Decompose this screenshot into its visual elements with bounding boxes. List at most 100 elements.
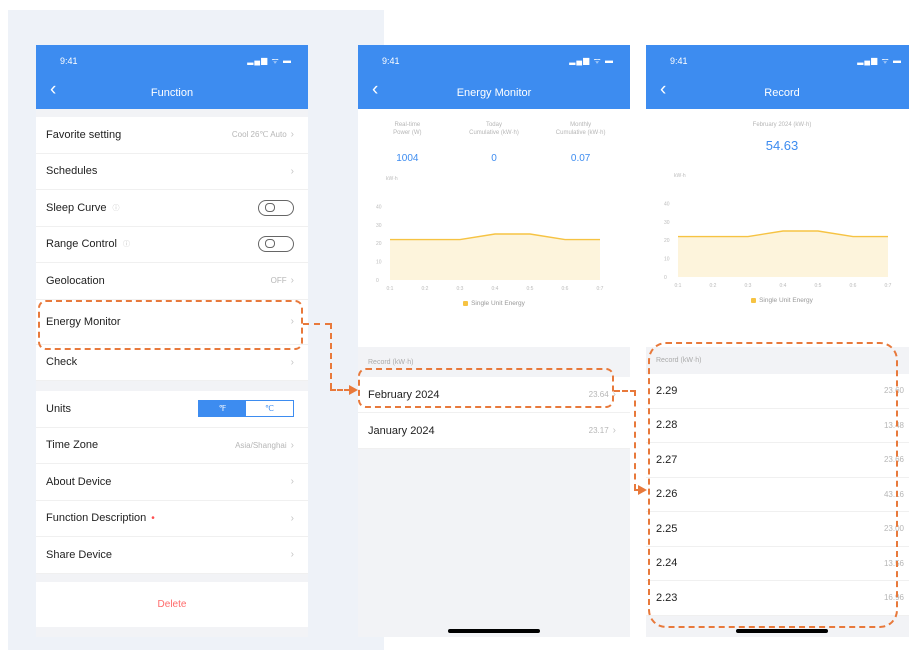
sleep-curve-toggle[interactable]: [258, 199, 294, 216]
series-area: [678, 231, 888, 277]
x-tick-label: 0:2: [710, 283, 717, 289]
toggle-knob: [265, 239, 275, 249]
chevron-right-icon: ›: [290, 275, 294, 287]
connector-line: [330, 389, 350, 391]
row-label: Range Control: [46, 238, 117, 251]
x-tick-label: 0:7: [885, 283, 892, 289]
connector-line: [303, 323, 331, 325]
status-time: 9:41: [60, 55, 78, 66]
chart-legend: Single Unit Energy: [646, 297, 909, 304]
red-dot-badge: •: [151, 512, 155, 524]
energy-monitor-highlight: [38, 300, 303, 350]
month-total: 54.63: [765, 138, 799, 153]
energy-card: Real-time Power (W) 1004 Today Cumulativ…: [358, 109, 630, 347]
daily-records-highlight: [648, 342, 898, 628]
row-value: OFF: [270, 276, 287, 286]
row-label: Sleep Curve: [46, 201, 107, 214]
home-indicator: [736, 629, 828, 633]
row-label: Share Device: [46, 548, 113, 561]
y-tick-label: 40: [376, 204, 382, 210]
about-device-row[interactable]: About Device ›: [36, 464, 308, 501]
y-axis-unit: kW·h: [674, 173, 686, 179]
row-label: Check: [46, 356, 78, 369]
x-tick-label: 0:2: [422, 286, 429, 292]
info-icon[interactable]: ⓘ: [123, 239, 130, 249]
chevron-right-icon: ›: [290, 512, 294, 524]
device-group: Units ℉ ℃ Time Zone Asia/Shanghai › About…: [36, 391, 308, 574]
share-device-row[interactable]: Share Device ›: [36, 537, 308, 574]
delete-button[interactable]: Delete: [36, 581, 308, 627]
nav-bar: ‹ Function: [36, 76, 308, 109]
y-tick-label: 40: [664, 201, 670, 207]
row-label: Favorite setting: [46, 128, 122, 141]
row-label: Function Description: [46, 512, 147, 525]
connector-line: [330, 323, 332, 389]
metric-label: Real-time: [394, 122, 421, 128]
x-tick-label: 0:6: [850, 283, 857, 289]
page-title: Function: [150, 86, 194, 99]
record-value: 23.17: [588, 426, 609, 435]
arrow-right-icon: [349, 385, 358, 395]
energy-monitor-screen: 9:41 ▂▄▆ ᯤ ▬ ‹ Energy Monitor Real-time …: [358, 45, 630, 637]
chevron-right-icon: ›: [290, 129, 294, 141]
sleep-curve-row: Sleep Curve ⓘ: [36, 190, 308, 227]
back-icon[interactable]: ‹: [50, 80, 56, 100]
series-area: [390, 234, 600, 280]
nav-bar: ‹ Energy Monitor: [358, 76, 630, 109]
metric-value: 0: [491, 153, 497, 164]
page-title: Record: [764, 86, 800, 99]
back-icon[interactable]: ‹: [372, 80, 378, 100]
time-zone-row[interactable]: Time Zone Asia/Shanghai ›: [36, 428, 308, 464]
y-tick-label: 30: [664, 220, 670, 226]
x-tick-label: 0:4: [780, 283, 787, 289]
status-bar: 9:41 ▂▄▆ ᯤ ▬: [646, 45, 909, 76]
today-cumulative-metric: Today Cumulative (kW·h) 0: [454, 121, 534, 164]
units-segmented-control[interactable]: ℉ ℃: [198, 400, 294, 418]
row-label: Units: [46, 402, 72, 415]
info-icon[interactable]: ⓘ: [113, 203, 120, 213]
chevron-right-icon: ›: [290, 165, 294, 177]
range-control-toggle[interactable]: [258, 236, 294, 253]
y-tick-label: 0: [664, 275, 667, 281]
legend-swatch: [751, 298, 757, 303]
status-bar: 9:41 ▂▄▆ ᯤ ▬: [36, 45, 308, 76]
back-icon[interactable]: ‹: [660, 80, 666, 100]
metrics-row: Real-time Power (W) 1004 Today Cumulativ…: [358, 109, 630, 164]
row-label: Schedules: [46, 165, 98, 178]
connector-line: [614, 390, 636, 392]
month-summary: February 2024 (kW·h) 54.63: [646, 109, 909, 153]
status-bar: 9:41 ▂▄▆ ᯤ ▬: [358, 45, 630, 76]
metric-label: Power (W): [393, 130, 422, 136]
celsius-option[interactable]: ℃: [246, 401, 293, 417]
function-description-row[interactable]: Function Description • ›: [36, 501, 308, 537]
nav-bar: ‹ Record: [646, 76, 909, 109]
connector-line: [634, 390, 636, 490]
row-value: Cool 26℃ Auto: [231, 130, 287, 140]
x-tick-label: 0:1: [675, 283, 682, 289]
record-row[interactable]: January 2024 23.17 ›: [358, 413, 630, 449]
legend-label: Single Unit Energy: [471, 300, 525, 307]
toggle-knob: [265, 202, 275, 212]
y-tick-label: 10: [664, 257, 670, 263]
status-time: 9:41: [382, 55, 400, 66]
home-indicator: [448, 629, 540, 633]
x-tick-label: 0:5: [527, 286, 534, 292]
status-icons: ▂▄▆ ᯤ ▬: [857, 56, 902, 65]
y-tick-label: 30: [376, 223, 382, 229]
fahrenheit-option[interactable]: ℉: [199, 401, 246, 417]
chevron-right-icon: ›: [290, 476, 294, 488]
row-value: Asia/Shanghai: [235, 440, 287, 450]
record-card: February 2024 (kW·h) 54.63 kW·h 0 10 20 30 40…: [646, 109, 909, 347]
status-icons: ▂▄▆ ᯤ ▬: [247, 56, 292, 65]
metric-label: Cumulative (kW·h): [469, 130, 519, 136]
metric-value: 1004: [396, 153, 419, 164]
legend-swatch: [463, 301, 469, 306]
energy-chart: kW·h 0 10 20 30 40 0:1 0:2 0:3 0:4 0:5 0:6 0:7: [664, 173, 892, 289]
metric-value: 0.07: [570, 153, 591, 164]
y-tick-label: 20: [376, 241, 382, 247]
schedules-row[interactable]: Schedules ›: [36, 154, 308, 190]
units-row: Units ℉ ℃: [36, 391, 308, 428]
geolocation-row[interactable]: Geolocation OFF ›: [36, 263, 308, 300]
favorite-setting-row[interactable]: Favorite setting Cool 26℃ Auto ›: [36, 117, 308, 154]
row-label: Geolocation: [46, 274, 105, 287]
